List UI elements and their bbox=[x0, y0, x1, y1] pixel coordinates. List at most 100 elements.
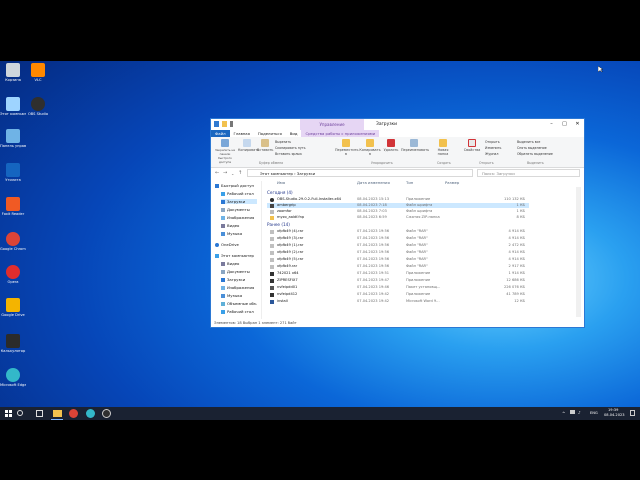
search-icon[interactable] bbox=[17, 410, 23, 416]
tray-chevron-icon[interactable]: ^ bbox=[562, 411, 565, 416]
desktop-icon-obs[interactable]: OBS Studio bbox=[25, 97, 51, 116]
file-row[interactable]: install 07.04.2023 19:42 Microsoft Word 9.… bbox=[267, 299, 529, 304]
paste-shortcut-button[interactable]: Вставить ярлык bbox=[275, 152, 302, 156]
select-all-button[interactable]: Выделить все bbox=[517, 140, 540, 144]
forward-arrow-icon[interactable]: → bbox=[223, 170, 227, 176]
windows-start-icon[interactable] bbox=[4, 409, 13, 418]
nav-desktop[interactable]: Рабочий стол bbox=[221, 191, 254, 196]
nav-pc-pictures[interactable]: Изображения bbox=[221, 285, 254, 290]
search-input[interactable]: Поиск: Загрузки bbox=[477, 169, 580, 177]
desktop-icon-chrome[interactable]: Google Chrome bbox=[0, 232, 26, 251]
nav-pc-videos[interactable]: Видео bbox=[221, 261, 239, 266]
nav-this-pc[interactable]: Этот компьютер bbox=[215, 253, 254, 258]
tab-file[interactable]: Файл bbox=[211, 130, 230, 137]
file-row[interactable]: xfpfb49 (3).rar 07.04.2023 19:56 Файл "RAR… bbox=[267, 236, 529, 241]
nav-music[interactable]: Музыка bbox=[221, 231, 242, 236]
invert-selection-button[interactable]: Обратить выделение bbox=[517, 152, 553, 156]
edit-button[interactable]: Изменить bbox=[485, 146, 501, 150]
rename-button[interactable]: Переименовать bbox=[401, 139, 429, 152]
desktop-icon-vlc[interactable]: VLC bbox=[25, 63, 51, 82]
desktop-icon-control-panel[interactable]: Панель управления bbox=[0, 129, 26, 148]
file-row[interactable]: OBS-Studio-29.0.2-Full-Installer-x64 08.… bbox=[267, 197, 529, 202]
nav-pc-downloads[interactable]: Загрузки bbox=[221, 277, 245, 282]
properties-button[interactable]: Свойства bbox=[463, 139, 481, 152]
maximize-button[interactable]: □ bbox=[558, 119, 571, 130]
tab-app-tools[interactable]: Средства работы с приложениями bbox=[301, 130, 380, 137]
context-tab-manage[interactable]: Управление bbox=[300, 119, 364, 130]
desktop-icon-calculator[interactable]: Калькулятор bbox=[0, 334, 26, 353]
history-button[interactable]: Журнал bbox=[485, 152, 498, 156]
file-row[interactable]: nvfeipdd01 07.04.2023 19:46 Пакет установщ… bbox=[267, 285, 529, 290]
file-row[interactable]: xfpfb49.rar 07.04.2023 19:56 Файл "RAR" 2 9… bbox=[267, 264, 529, 269]
open-button[interactable]: Открыть bbox=[485, 140, 500, 144]
group-header-earlier[interactable]: Ранее (14) bbox=[267, 222, 290, 227]
desktop-icon-recycle-bin[interactable]: Корзина bbox=[0, 63, 26, 82]
clock-time[interactable]: 19:39 bbox=[608, 408, 618, 412]
nav-downloads[interactable]: Загрузки bbox=[221, 199, 257, 204]
nav-pc-desktop[interactable]: Рабочий стол bbox=[221, 309, 254, 314]
file-row[interactable]: nvfeipd412 07.04.2023 19:42 Приложение 41 7… bbox=[267, 292, 529, 297]
nav-pc-documents[interactable]: Документы bbox=[221, 269, 250, 274]
chrome-taskbar-icon[interactable] bbox=[69, 409, 78, 418]
up-arrow-icon[interactable]: ↑ bbox=[238, 170, 242, 176]
file-row[interactable]: 742021 x64 07.04.2023 19:51 Приложение 1 91… bbox=[267, 271, 529, 276]
copy-button[interactable]: Копировать bbox=[238, 139, 259, 152]
network-icon[interactable] bbox=[570, 410, 575, 414]
cut-button[interactable]: Вырезать bbox=[275, 140, 291, 144]
close-button[interactable]: ✕ bbox=[571, 119, 584, 130]
file-row[interactable]: xfpfb49 (5).rar 07.04.2023 19:56 Файл "RAR… bbox=[267, 257, 529, 262]
file-row[interactable]: ZIPRESFIX7 07.04.2023 19:47 Приложение 12 6… bbox=[267, 278, 529, 283]
file-row[interactable]: myzo_aaldf.fnp 08.04.2023 6:59 Сжатая ZI… bbox=[267, 215, 529, 220]
column-date[interactable]: Дата изменения bbox=[357, 180, 390, 185]
column-name[interactable]: Имя bbox=[277, 180, 285, 185]
file-row-selected[interactable]: ambergrip 08.04.2023 7:18 Файл шрифта 1 … bbox=[267, 203, 529, 208]
copy-to-button[interactable]: Копировать в bbox=[359, 139, 381, 156]
file-row[interactable]: xfpfb49 (4).rar 07.04.2023 19:56 Файл "RAR… bbox=[267, 229, 529, 234]
back-arrow-icon[interactable]: ← bbox=[215, 170, 219, 176]
properties-qat-icon[interactable] bbox=[214, 121, 219, 127]
minimize-button[interactable]: – bbox=[545, 119, 558, 130]
select-none-button[interactable]: Снять выделение bbox=[517, 146, 547, 150]
clock-date[interactable]: 08.04.2023 bbox=[604, 413, 625, 417]
edge-taskbar-icon[interactable] bbox=[86, 409, 95, 418]
tab-home[interactable]: Главная bbox=[230, 130, 254, 137]
nav-onedrive[interactable]: OneDrive bbox=[215, 242, 239, 247]
column-type[interactable]: Тип bbox=[406, 180, 413, 185]
nav-documents[interactable]: Документы bbox=[221, 207, 250, 212]
group-header-today[interactable]: Сегодня (4) bbox=[267, 190, 293, 195]
volume-icon[interactable]: ♪ bbox=[578, 410, 581, 415]
obs-taskbar-icon[interactable] bbox=[102, 409, 111, 418]
task-view-icon[interactable] bbox=[36, 410, 43, 417]
column-size[interactable]: Размер bbox=[445, 180, 459, 185]
file-row[interactable]: zoomfor 08.04.2023 7:03 Файл шрифта 1 КБ bbox=[267, 209, 529, 214]
desktop-icon-app[interactable]: Утилита bbox=[0, 163, 26, 182]
copy-path-button[interactable]: Скопировать путь bbox=[275, 146, 306, 150]
nav-pictures[interactable]: Изображения bbox=[221, 215, 254, 220]
delete-button[interactable]: Удалить bbox=[383, 139, 399, 152]
nav-videos[interactable]: Видео bbox=[221, 223, 239, 228]
folder-qat-icon[interactable] bbox=[222, 121, 227, 127]
file-row[interactable]: xfpfb49 (1).rar 07.04.2023 19:56 Файл "RAR… bbox=[267, 243, 529, 248]
tab-view[interactable]: Вид bbox=[286, 130, 302, 137]
file-row[interactable]: xfpfb49 (2).rar 07.04.2023 19:56 Файл "RAR… bbox=[267, 250, 529, 255]
desktop-icon-opera[interactable]: Opera bbox=[0, 265, 26, 284]
nav-pc-music[interactable]: Музыка bbox=[221, 293, 242, 298]
desktop-icon-foxit[interactable]: Foxit Reader bbox=[0, 197, 26, 216]
desktop-icon-drive[interactable]: Google Drive bbox=[0, 298, 26, 317]
dropdown-qat-icon[interactable] bbox=[230, 121, 233, 127]
pin-button[interactable]: Закрепить на панели быстрого доступа bbox=[213, 139, 237, 164]
nav-quick-access[interactable]: Быстрый доступ bbox=[215, 183, 254, 188]
language-indicator[interactable]: ENG bbox=[590, 411, 598, 415]
recent-chevron-icon[interactable]: ⌄ bbox=[231, 171, 234, 176]
paste-button[interactable]: Вставить bbox=[257, 139, 273, 152]
tab-share[interactable]: Поделиться bbox=[254, 130, 286, 137]
desktop-icon-this-pc[interactable]: Этот компьютер bbox=[0, 97, 26, 116]
address-bar[interactable]: Этот компьютер › Загрузки bbox=[247, 169, 473, 177]
desktop-icon-edge[interactable]: Microsoft Edge bbox=[0, 368, 26, 387]
move-to-button[interactable]: Переместить в bbox=[335, 139, 359, 156]
scrollbar[interactable] bbox=[576, 187, 581, 317]
nav-3d-objects[interactable]: Объемные объ bbox=[221, 301, 257, 306]
file-explorer-taskbar-icon[interactable] bbox=[53, 410, 62, 417]
new-folder-button[interactable]: Новая папка bbox=[435, 139, 451, 156]
notifications-icon[interactable] bbox=[630, 410, 635, 416]
